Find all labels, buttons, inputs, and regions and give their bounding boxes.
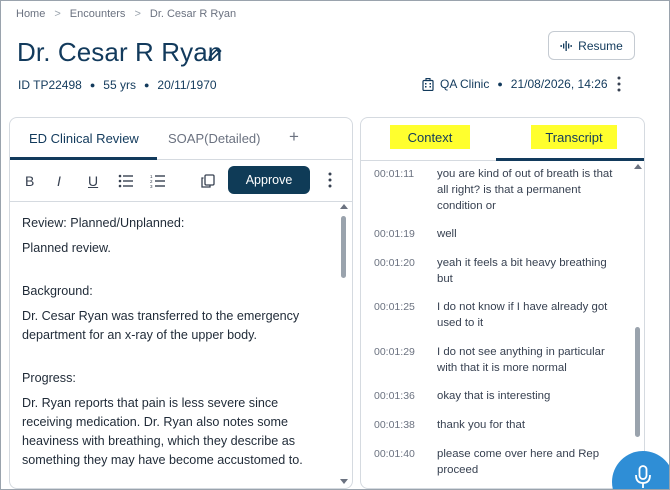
microphone-icon <box>635 465 651 488</box>
formatting-toolbar: B I U 1 2 3 Approve <box>10 160 352 202</box>
transcript-time: 00:01:25 <box>374 301 415 313</box>
context-transcript-panel: Context Transcript 00:01:11 you are kind… <box>360 117 645 489</box>
breadcrumb-encounters[interactable]: Encounters <box>70 8 126 20</box>
background-text: Dr. Cesar Ryan was transferred to the em… <box>22 309 300 342</box>
separator-dot: ● <box>89 80 96 90</box>
chevron-right-icon: > <box>134 8 141 20</box>
add-tab-button[interactable]: + <box>289 127 299 147</box>
more-vertical-icon[interactable] <box>326 171 334 189</box>
transcript-text: thank you for that <box>437 419 526 431</box>
scroll-up-arrow[interactable] <box>340 204 348 209</box>
numbered-list-icon[interactable]: 1 2 3 <box>150 173 166 189</box>
tab-context[interactable]: Context <box>390 125 470 149</box>
transcript-time: 00:01:20 <box>374 257 415 269</box>
transcript-text: I do not know if I have already got used… <box>437 301 608 329</box>
breadcrumb-home[interactable]: Home <box>16 8 45 20</box>
active-tab-indicator <box>496 158 644 161</box>
tab-ed-clinical-review[interactable]: ED Clinical Review <box>29 131 139 146</box>
note-editor-panel: ED Clinical Review SOAP(Detailed) + B I … <box>9 117 353 489</box>
scrollbar-thumb[interactable] <box>341 216 346 278</box>
more-vertical-icon[interactable] <box>615 75 623 93</box>
transcript-time: 00:01:40 <box>374 448 415 460</box>
transcript-scrollbar[interactable] <box>633 164 643 484</box>
tab-transcript[interactable]: Transcript <box>531 125 617 149</box>
separator-dot: ● <box>143 80 150 90</box>
breadcrumb-current: Dr. Cesar R Ryan <box>149 8 237 20</box>
transcript-text: I do not see anything in particular with… <box>437 346 605 374</box>
patient-age: 55 yrs <box>103 78 136 92</box>
app-frame: Home > Encounters > Dr. Cesar R Ryan Dr.… <box>0 0 670 490</box>
page-title: Dr. Cesar R Ryan <box>17 37 223 67</box>
transcript-text: yeah it feels a bit heavy breathing but <box>437 257 607 285</box>
bullet-list-icon[interactable] <box>118 173 134 189</box>
scroll-up-arrow[interactable] <box>634 164 642 169</box>
transcript-time: 00:01:29 <box>374 346 415 358</box>
transcript-time: 00:01:38 <box>374 419 415 431</box>
patient-id: ID TP22498 <box>18 78 82 92</box>
transcript-time: 00:01:19 <box>374 228 415 240</box>
waveform-icon <box>560 40 572 51</box>
editor-scrollbar[interactable] <box>339 204 349 484</box>
context-tabs: Context Transcript <box>361 118 644 161</box>
resume-label: Resume <box>578 38 623 53</box>
transcript-time: 00:01:11 <box>374 168 415 180</box>
progress-heading: Progress: <box>22 371 76 385</box>
transcript-text: you are kind of out of breath is that al… <box>437 168 613 212</box>
building-icon <box>422 77 434 91</box>
separator-dot: ● <box>497 79 503 89</box>
clinic-name: QA Clinic <box>440 77 490 91</box>
progress-text: Dr. Ryan reports that pain is less sever… <box>22 396 303 467</box>
encounter-meta: QA Clinic ● 21/08/2026, 14:26 <box>422 77 608 91</box>
transcript-time: 00:01:36 <box>374 390 415 402</box>
scroll-down-arrow[interactable] <box>340 479 348 484</box>
chevron-right-icon: > <box>54 8 61 20</box>
transcript-text: please come over here and Rep proceed <box>437 448 600 476</box>
pencil-icon[interactable] <box>206 45 224 63</box>
background-heading: Background: <box>22 284 93 298</box>
scrollbar-thumb[interactable] <box>635 327 640 437</box>
transcript-text: okay that is interesting <box>437 390 551 402</box>
patient-dob: 20/11/1970 <box>157 78 217 92</box>
note-editor-content[interactable]: Review: Planned/Unplanned: Planned revie… <box>22 214 327 476</box>
tab-soap-detailed[interactable]: SOAP(Detailed) <box>168 131 260 146</box>
patient-meta: ID TP22498 ● 55 yrs ● 20/11/1970 <box>18 78 217 92</box>
italic-button[interactable]: I <box>57 173 61 189</box>
copy-icon[interactable] <box>201 173 215 189</box>
underline-button[interactable]: U <box>88 173 98 189</box>
resume-button[interactable]: Resume <box>548 31 635 60</box>
svg-text:3: 3 <box>150 184 153 189</box>
note-tabs: ED Clinical Review SOAP(Detailed) + <box>10 118 352 160</box>
breadcrumb: Home > Encounters > Dr. Cesar R Ryan <box>16 8 236 20</box>
transcript-text: well <box>437 228 457 240</box>
encounter-datetime: 21/08/2026, 14:26 <box>510 77 608 91</box>
bold-button[interactable]: B <box>25 173 34 189</box>
review-heading: Review: Planned/Unplanned: <box>22 216 185 230</box>
approve-button[interactable]: Approve <box>228 166 310 194</box>
review-text: Planned review. <box>22 241 111 255</box>
